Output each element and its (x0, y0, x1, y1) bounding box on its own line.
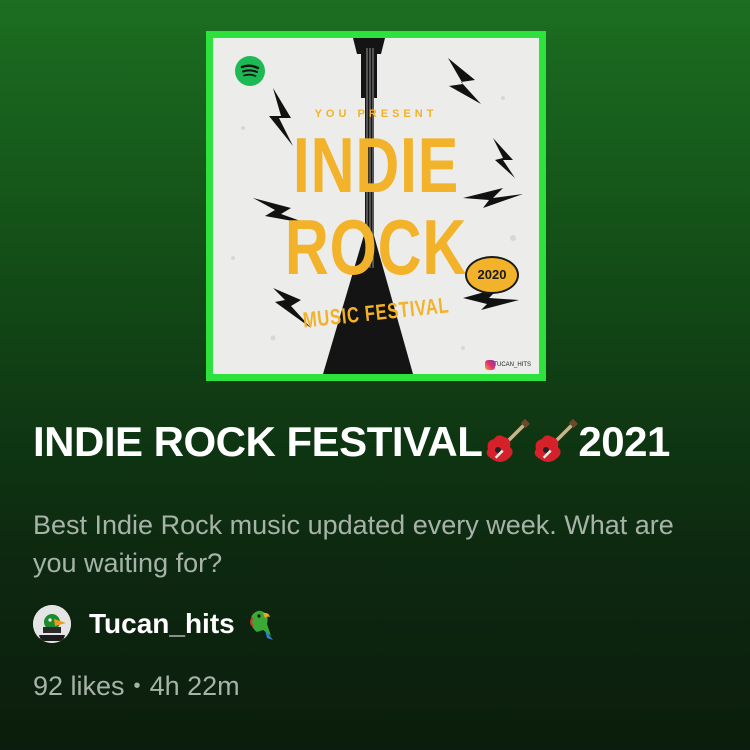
cover-year-badge: 2020 (465, 256, 519, 294)
likes-count: 92 likes (33, 671, 125, 701)
parrot-icon (245, 608, 275, 640)
playlist-title-text: INDIE ROCK FESTIVAL (33, 418, 483, 465)
playlist-title: INDIE ROCK FESTIVAL 2021 (33, 418, 670, 466)
cover-presenter-text: YOU PRESENT (314, 108, 438, 120)
cover-handle: TUCAN_HITS (493, 362, 531, 368)
playlist-meta: 92 likes • 4h 22m (33, 671, 240, 702)
playlist-title-year: 2021 (578, 418, 670, 465)
playlist-cover[interactable]: YOU PRESENT INDIE ROCK MUSIC FESTIVAL 20… (206, 31, 546, 381)
toucan-avatar-icon (33, 605, 71, 643)
playlist-owner[interactable]: Tucan_hits (33, 604, 275, 644)
playlist-description: Best Indie Rock music updated every week… (33, 510, 674, 578)
spotify-icon (235, 56, 265, 86)
guitar-icon (482, 418, 531, 465)
owner-name[interactable]: Tucan_hits (89, 608, 235, 640)
cover-title-line1: INDIE (292, 121, 460, 209)
avatar[interactable] (33, 605, 71, 643)
meta-separator: • (133, 675, 141, 697)
playlist-duration: 4h 22m (149, 671, 240, 701)
guitar-icon (530, 418, 579, 465)
